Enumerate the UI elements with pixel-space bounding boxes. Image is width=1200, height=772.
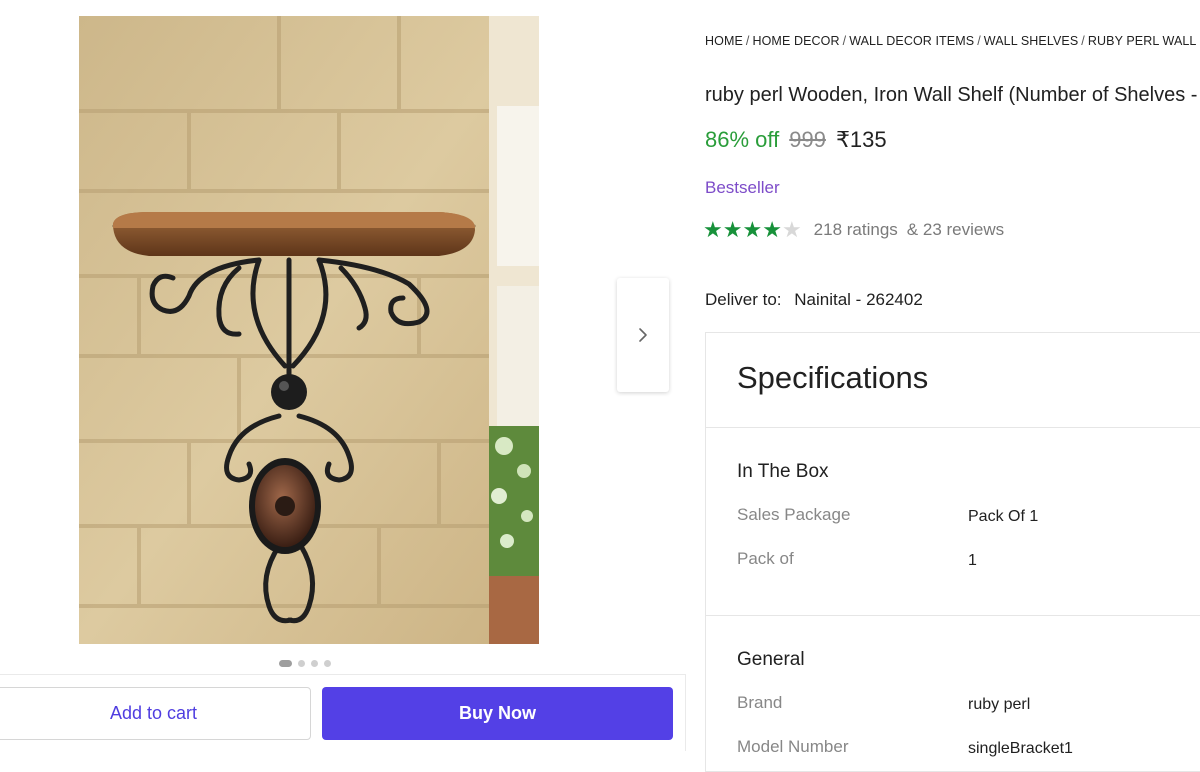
star-icon: ★	[742, 217, 763, 242]
spec-value: Pack Of 1	[968, 508, 1039, 525]
spec-key: Brand	[737, 693, 783, 712]
carousel-dots	[279, 658, 331, 668]
chevron-right-icon	[639, 328, 647, 342]
breadcrumb: HOME / HOME DECOR / WALL DECOR ITEMS / WALL SH…	[705, 34, 1200, 48]
discount-percent: 86% off	[705, 127, 780, 152]
specifications-card: Specifications In The Box Sales Package …	[705, 332, 1200, 772]
breadcrumb-ruby-perl-wall-shelves[interactable]: RUBY PERL WALL SHELVES	[1088, 34, 1200, 48]
rating-stars: ★ ★ ★ ★ ★	[703, 219, 802, 241]
delivery-row: Deliver to: Nainital - 262402	[705, 290, 923, 310]
product-image[interactable]	[79, 16, 539, 644]
reviews-count: & 23 reviews	[906, 220, 1005, 239]
bestseller-badge: Bestseller	[705, 178, 780, 197]
carousel-dot[interactable]	[279, 659, 292, 667]
carousel-dot[interactable]	[298, 659, 305, 667]
section-title-general: General	[737, 649, 805, 670]
ratings-count: 218 ratings	[813, 220, 898, 239]
buy-now-button[interactable]: Buy Now	[322, 687, 673, 740]
spec-key: Pack of	[737, 549, 794, 568]
product-title: ruby perl Wooden, Iron Wall Shelf (Numbe…	[705, 84, 1200, 106]
spec-value: 1	[968, 552, 977, 569]
next-image-button[interactable]	[617, 278, 669, 392]
breadcrumb-home[interactable]: HOME	[705, 34, 743, 48]
rating-row[interactable]: ★ ★ ★ ★ ★ 218 ratings & 23 reviews	[703, 219, 1004, 241]
deliver-to-label: Deliver to:	[705, 290, 782, 309]
star-icon: ★	[703, 217, 723, 242]
section-title-in-the-box: In The Box	[737, 461, 829, 482]
specifications-title: Specifications	[737, 360, 929, 395]
star-icon: ★	[722, 217, 743, 242]
spec-key: Model Number	[737, 737, 849, 756]
delivery-location[interactable]: Nainital - 262402	[794, 290, 923, 309]
original-price: 999	[789, 127, 826, 152]
breadcrumb-wall-decor-items[interactable]: WALL DECOR ITEMS	[849, 34, 974, 48]
breadcrumb-wall-shelves[interactable]: WALL SHELVES	[984, 34, 1079, 48]
carousel-dot[interactable]	[324, 659, 331, 667]
spec-value: ruby perl	[968, 696, 1031, 713]
star-empty-icon: ★	[781, 217, 802, 242]
divider	[706, 615, 1200, 616]
add-to-cart-button[interactable]: Add to cart	[0, 687, 311, 740]
spec-value: singleBracket1	[968, 740, 1073, 757]
star-icon: ★	[762, 217, 782, 242]
carousel-dot[interactable]	[311, 659, 318, 667]
selling-price: ₹135	[835, 127, 887, 152]
action-bar: Add to cart Buy Now	[0, 674, 686, 751]
divider	[706, 427, 1200, 428]
price-row: 86% off 999 ₹135	[705, 127, 887, 153]
spec-key: Sales Package	[737, 505, 851, 524]
breadcrumb-home-decor[interactable]: HOME DECOR	[752, 34, 839, 48]
